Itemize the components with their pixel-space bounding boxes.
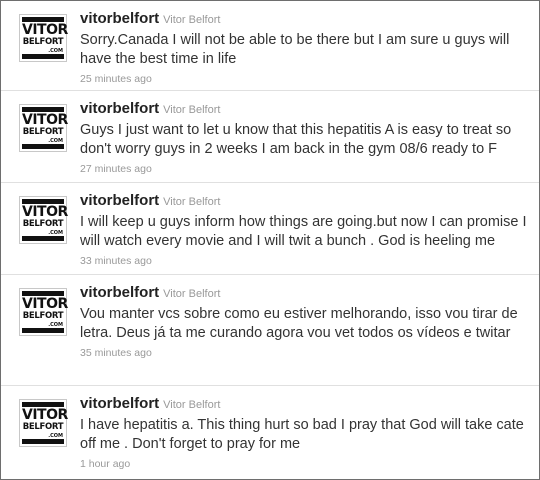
avatar-band-bottom	[22, 439, 64, 444]
full-name: Vitor Belfort	[163, 399, 221, 411]
tweet-timeline: VITOR BELFORT .COM vitorbelfort Vitor Bel…	[1, 1, 539, 479]
avatar-band-bottom	[22, 54, 64, 59]
tweet-header: vitorbelfort Vitor Belfort	[80, 284, 529, 303]
tweet-item: VITOR BELFORT .COM vitorbelfort Vitor Bel…	[1, 1, 539, 91]
tweet-content: vitorbelfort Vitor Belfort Sorry.Canada I…	[80, 10, 529, 87]
avatar-logo-main: VITOR	[22, 204, 68, 220]
avatar-logo-sub: BELFORT	[22, 127, 64, 137]
full-name: Vitor Belfort	[163, 14, 221, 26]
timestamp-link[interactable]: 1 hour ago	[80, 458, 130, 470]
avatar[interactable]: VITOR BELFORT .COM	[19, 14, 68, 62]
avatar-logo-main: VITOR	[22, 22, 68, 38]
tweet-text: I have hepatitis a. This thing hurt so b…	[80, 417, 524, 452]
tweet-header: vitorbelfort Vitor Belfort	[80, 10, 529, 29]
tweet-content: vitorbelfort Vitor Belfort I will keep u …	[80, 192, 529, 269]
avatar-logo-sub: BELFORT	[22, 422, 64, 432]
tweet-item: VITOR BELFORT .COM vitorbelfort Vitor Bel…	[1, 386, 539, 479]
screen-name-link[interactable]: vitorbelfort	[80, 100, 159, 117]
tweet-item: VITOR BELFORT .COM vitorbelfort Vitor Bel…	[1, 91, 539, 183]
avatar[interactable]: VITOR BELFORT .COM	[19, 104, 68, 152]
tweet-text: Vou manter vcs sobre como eu estiver mel…	[80, 306, 518, 341]
tweet-header: vitorbelfort Vitor Belfort	[80, 192, 529, 211]
tweet-content: vitorbelfort Vitor Belfort Guys I just wa…	[80, 100, 529, 177]
avatar[interactable]: VITOR BELFORT .COM	[19, 196, 68, 244]
tweet-header: vitorbelfort Vitor Belfort	[80, 100, 529, 119]
avatar-band-bottom	[22, 328, 64, 333]
avatar[interactable]: VITOR BELFORT .COM	[19, 399, 68, 447]
full-name: Vitor Belfort	[163, 104, 221, 116]
avatar-logo-sub: BELFORT	[22, 37, 64, 47]
avatar-band-bottom	[22, 236, 64, 241]
tweet-content: vitorbelfort Vitor Belfort I have hepatit…	[80, 395, 529, 472]
avatar-logo-main: VITOR	[22, 296, 68, 312]
tweet-timeline-frame: VITOR BELFORT .COM vitorbelfort Vitor Bel…	[0, 0, 540, 480]
timestamp-link[interactable]: 35 minutes ago	[80, 347, 152, 359]
avatar[interactable]: VITOR BELFORT .COM	[19, 288, 68, 336]
avatar-logo-sub: BELFORT	[22, 219, 64, 229]
tweet-text: Sorry.Canada I will not be able to be th…	[80, 32, 510, 67]
timestamp-link[interactable]: 27 minutes ago	[80, 163, 152, 175]
tweet-text: Guys I just want to let u know that this…	[80, 122, 512, 157]
avatar-logo-sub: BELFORT	[22, 311, 64, 321]
screen-name-link[interactable]: vitorbelfort	[80, 192, 159, 209]
screen-name-link[interactable]: vitorbelfort	[80, 10, 159, 27]
avatar-logo-main: VITOR	[22, 407, 68, 423]
tweet-item: VITOR BELFORT .COM vitorbelfort Vitor Bel…	[1, 275, 539, 386]
tweet-text: I will keep u guys inform how things are…	[80, 214, 527, 249]
timestamp-link[interactable]: 25 minutes ago	[80, 73, 152, 85]
screen-name-link[interactable]: vitorbelfort	[80, 395, 159, 412]
timestamp-link[interactable]: 33 minutes ago	[80, 255, 152, 267]
full-name: Vitor Belfort	[163, 196, 221, 208]
screen-name-link[interactable]: vitorbelfort	[80, 284, 159, 301]
tweet-header: vitorbelfort Vitor Belfort	[80, 395, 529, 414]
avatar-band-bottom	[22, 144, 64, 149]
avatar-logo-main: VITOR	[22, 112, 68, 128]
tweet-content: vitorbelfort Vitor Belfort Vou manter vcs…	[80, 284, 529, 361]
full-name: Vitor Belfort	[163, 288, 221, 300]
tweet-item: VITOR BELFORT .COM vitorbelfort Vitor Bel…	[1, 183, 539, 275]
